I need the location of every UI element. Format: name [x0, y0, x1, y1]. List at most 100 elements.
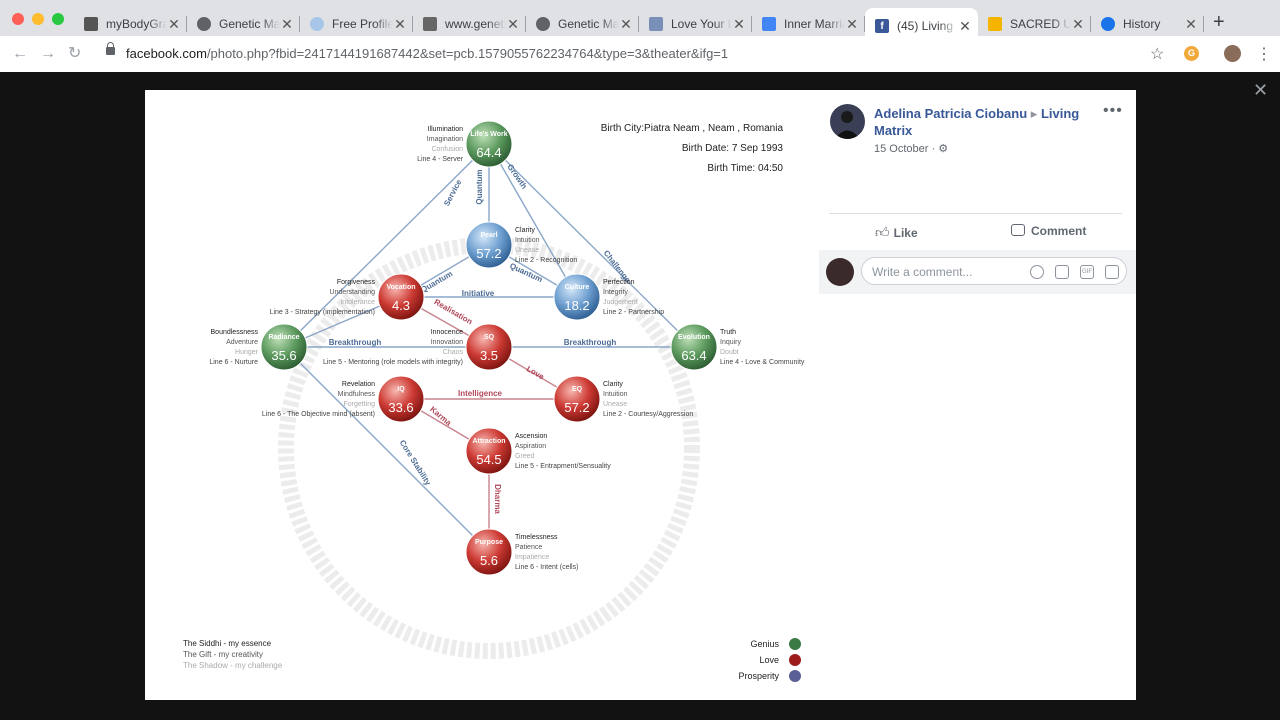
node-sphere — [465, 323, 513, 371]
legend-left-item: The Gift - my creativity — [183, 650, 263, 659]
node-value: 54.5 — [476, 452, 501, 467]
close-tab-icon[interactable]: ✕ — [732, 16, 746, 33]
commenter-avatar — [826, 258, 854, 286]
node-attraction: Attraction 54.5 Ascension Aspiration Greed Li… — [465, 427, 611, 475]
bookmark-star-icon[interactable]: ☆ — [1150, 44, 1164, 64]
node-sphere — [465, 528, 513, 576]
maximize-window-button[interactable] — [52, 13, 64, 25]
node-value: 4.3 — [392, 298, 410, 313]
node-text: Adventure — [226, 339, 258, 346]
birth-city: Birth City:Piatra Neam , Neam , Romania — [601, 123, 784, 134]
edge-label: Quantum — [508, 261, 544, 284]
node-text: Line 5 - Mentoring (role models with int… — [323, 359, 463, 366]
address-bar[interactable]: facebook.com/photo.php?fbid=241714419168… — [126, 46, 728, 61]
node-text: Innocence — [431, 329, 463, 336]
node-text: Aspiration — [515, 443, 546, 450]
tab-title: Free Profile — [332, 17, 393, 31]
node-value: 64.4 — [476, 145, 501, 160]
lock-icon — [106, 42, 115, 55]
url-host: facebook.com — [126, 46, 207, 61]
author-avatar[interactable] — [830, 104, 865, 139]
close-tab-icon[interactable]: ✕ — [167, 16, 181, 33]
legend-left-item: The Shadow - my challenge — [183, 661, 283, 670]
node-text: Judgement — [603, 299, 638, 306]
close-tab-icon[interactable]: ✕ — [845, 16, 859, 33]
date-text[interactable]: 15 October — [874, 143, 928, 155]
edge-label: Core Stability — [398, 438, 433, 487]
browser-menu-icon[interactable]: ⋮ — [1256, 44, 1272, 64]
privacy-icon: ⚙ — [938, 143, 949, 155]
post-author[interactable]: Adelina Patricia Ciobanu ▸ Living Matrix — [874, 105, 1084, 139]
comment-input[interactable]: Write a comment... GIF — [861, 257, 1127, 285]
comment-bar: Write a comment... GIF — [819, 250, 1136, 294]
more-options-icon[interactable]: ••• — [1103, 102, 1123, 120]
node-name: SQ — [484, 334, 495, 341]
node-eq: EQ 57.2 Clarity Intuition Unease Line 2 - Cou… — [553, 375, 693, 423]
node-text: Confusion — [431, 146, 463, 153]
comment-placeholder: Write a comment... — [872, 265, 973, 279]
close-tab-icon[interactable]: ✕ — [1071, 16, 1085, 33]
comment-button[interactable]: Comment — [1011, 224, 1086, 238]
node-text: Line 6 - The Objective mind (absent) — [262, 411, 375, 418]
edge-label: Initiative — [462, 289, 495, 298]
forward-icon[interactable]: → — [40, 44, 56, 64]
node-name: Evolution — [678, 334, 710, 341]
node-text: Line 2 - Courtesy/Aggression — [603, 411, 693, 418]
post-date[interactable]: 15 October · ⚙ — [874, 142, 948, 155]
node-name: Attraction — [472, 438, 505, 445]
node-name: Radiance — [268, 334, 299, 341]
node-text: Chaos — [443, 349, 464, 356]
node-text: Boundlessness — [211, 329, 259, 336]
node-value: 18.2 — [564, 298, 589, 313]
sticker-icon[interactable] — [1105, 265, 1119, 279]
node-value: 5.6 — [480, 553, 498, 568]
cloud-icon — [310, 17, 324, 31]
node-text: Patience — [515, 544, 542, 551]
node-name: Purpose — [475, 539, 503, 546]
close-tab-icon[interactable]: ✕ — [619, 16, 633, 33]
node-text: Clarity — [515, 227, 535, 234]
legend-right-label: Prosperity — [738, 671, 779, 681]
node-text: Greed — [515, 453, 535, 460]
node-text: Ascension — [515, 433, 547, 440]
address-toolbar: ← → ↻ facebook.com/photo.php?fbid=241714… — [0, 36, 1280, 73]
close-tab-icon[interactable]: ✕ — [393, 16, 407, 33]
node-text: Understanding — [329, 289, 375, 296]
like-button[interactable]: 👍︎ Like — [875, 224, 918, 241]
extension-icon[interactable]: G — [1184, 46, 1199, 61]
minimize-window-button[interactable] — [32, 13, 44, 25]
node-text: Unease — [603, 401, 627, 408]
emoji-icon[interactable] — [1030, 265, 1044, 279]
edge-label: Breakthrough — [564, 338, 617, 347]
close-tab-icon[interactable]: ✕ — [506, 16, 520, 33]
page-icon — [423, 17, 437, 31]
comment-icon — [1011, 224, 1025, 236]
close-tab-icon[interactable]: ✕ — [280, 16, 294, 33]
camera-icon[interactable] — [1055, 265, 1069, 279]
gif-icon[interactable]: GIF — [1080, 265, 1094, 279]
node-evolution: Evolution 63.4 Truth Inquiry Doubt Line 4 - L… — [670, 323, 805, 371]
tab-title: Genetic Matrix — [558, 17, 619, 31]
url-path: /photo.php?fbid=2417144191687442&set=pcb… — [206, 46, 729, 61]
node-text: Line 2 - Recognition — [515, 257, 577, 264]
tab-title: (45) Living — [897, 19, 954, 33]
node-text: Mindfulness — [338, 391, 376, 398]
node-name: Pearl — [480, 232, 497, 239]
node-text: Timelessness — [515, 534, 558, 541]
node-name: Life's Work — [470, 131, 507, 138]
close-window-button[interactable] — [12, 13, 24, 25]
docs-icon — [762, 17, 776, 31]
node-sphere — [465, 221, 513, 269]
node-value: 35.6 — [271, 348, 296, 363]
node-sphere — [465, 427, 513, 475]
close-tab-icon[interactable]: ✕ — [958, 18, 972, 35]
new-tab-button[interactable]: + — [1213, 12, 1225, 32]
node-value: 3.5 — [480, 348, 498, 363]
node-sphere — [260, 323, 308, 371]
close-tab-icon[interactable]: ✕ — [1184, 16, 1198, 33]
profile-avatar[interactable] — [1224, 45, 1241, 62]
reload-icon[interactable]: ↻ — [68, 44, 81, 64]
back-icon[interactable]: ← — [12, 44, 28, 64]
close-theater-icon[interactable]: ✕ — [1253, 80, 1268, 101]
author-name[interactable]: Adelina Patricia Ciobanu — [874, 106, 1027, 121]
